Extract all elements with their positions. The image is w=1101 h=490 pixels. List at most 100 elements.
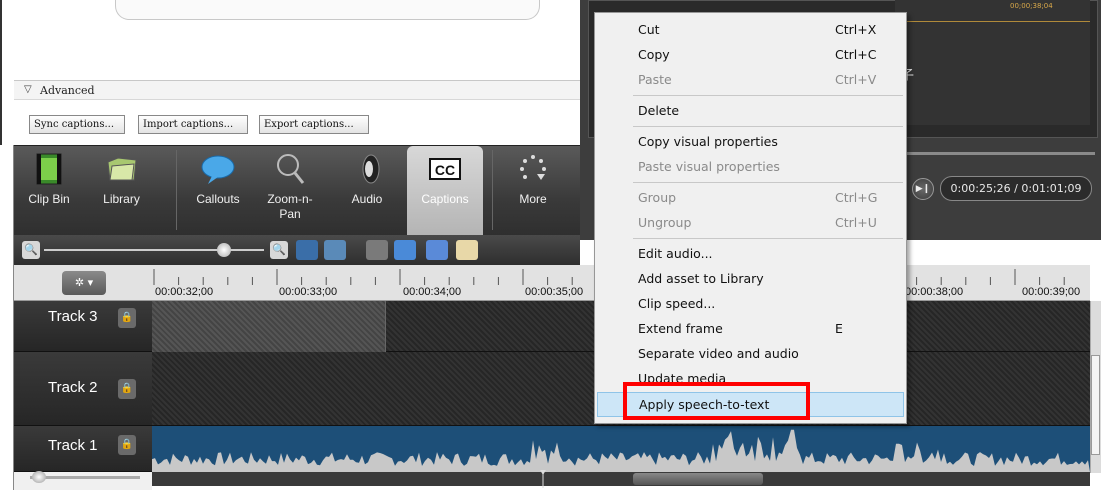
menu-item-delete[interactable]: Delete xyxy=(595,99,906,124)
menu-item-shortcut: Ctrl+V xyxy=(835,72,877,87)
menu-item-ungroup[interactable]: Ungroup Ctrl+U xyxy=(595,211,906,236)
audio-waveform-clip[interactable] xyxy=(152,426,1090,472)
preview-ruler xyxy=(900,14,1090,22)
menu-item-paste-visual-properties[interactable]: Paste visual properties xyxy=(595,155,906,180)
playhead-marker[interactable] xyxy=(540,470,546,488)
svg-text:CC: CC xyxy=(435,162,455,178)
menu-item-shortcut: Ctrl+G xyxy=(835,190,878,205)
vertical-scroll-thumb[interactable] xyxy=(1091,355,1100,455)
track-header-3[interactable]: Track 3 🔒 xyxy=(14,301,152,352)
tool-captions[interactable]: CC Captions xyxy=(407,146,483,236)
zoom-in-icon[interactable]: 🔍 xyxy=(270,241,288,259)
menu-item-label: Cut xyxy=(638,22,660,37)
tools-toolbar: Clip Bin Library Callouts Zoom-n- Pan Au… xyxy=(14,145,580,236)
timeline-toolbar: 🔍 🔍 xyxy=(14,235,580,265)
track-header-1[interactable]: Track 1 🔒 xyxy=(14,426,152,472)
menu-item-label: Clip speed... xyxy=(638,296,716,311)
menu-item-label: Delete xyxy=(638,103,680,118)
menu-separator xyxy=(633,238,903,239)
tool-more[interactable]: More xyxy=(498,146,568,236)
zoom-slider[interactable] xyxy=(44,249,264,251)
lock-icon[interactable]: 🔒 xyxy=(118,308,136,328)
annotation-highlight-box xyxy=(623,382,810,420)
menu-item-paste[interactable]: Paste Ctrl+V xyxy=(595,68,906,93)
menu-item-group[interactable]: Group Ctrl+G xyxy=(595,186,906,211)
track-name: Track 2 xyxy=(48,379,98,396)
tool-label: Audio xyxy=(351,192,383,206)
tool-label: Clip Bin xyxy=(28,192,70,206)
tool-library[interactable]: Library xyxy=(84,146,159,236)
menu-item-extend-frame[interactable]: Extend frame E xyxy=(595,317,906,342)
horizontal-scrollbar[interactable] xyxy=(152,472,1090,486)
tool-clip-bin[interactable]: Clip Bin xyxy=(14,146,84,236)
menu-item-label: Separate video and audio xyxy=(638,346,799,361)
zoom-slider-thumb[interactable] xyxy=(217,243,231,257)
track3-clip[interactable] xyxy=(152,301,386,352)
play-next-icon[interactable]: ▶❙ xyxy=(912,178,934,200)
zoom-out-icon[interactable]: 🔍 xyxy=(22,241,40,259)
ruler-tick-label: 00:00:32;00 xyxy=(155,286,214,298)
track-height-slider-thumb[interactable] xyxy=(32,471,46,483)
lock-icon[interactable]: 🔒 xyxy=(118,379,136,399)
tool-callouts[interactable]: Callouts xyxy=(182,146,254,236)
menu-item-label: Paste visual properties xyxy=(638,159,780,174)
menu-separator xyxy=(633,126,903,127)
menu-item-shortcut: Ctrl+U xyxy=(835,215,877,230)
import-captions-button[interactable]: Import captions... xyxy=(138,115,248,134)
film-strip-icon xyxy=(36,153,62,185)
tool-label: Zoom-n- Pan xyxy=(267,192,313,221)
speaker-icon xyxy=(362,154,380,184)
collapse-triangle-icon[interactable]: ▽ xyxy=(24,84,32,95)
ruler-tick-label: 00:00:35;00 xyxy=(525,286,584,298)
track-header-2[interactable]: Track 2 🔒 xyxy=(14,352,152,426)
tool-label: More xyxy=(519,192,547,206)
left-edge xyxy=(0,145,14,490)
redo-icon[interactable] xyxy=(324,240,346,260)
menu-item-label: Copy visual properties xyxy=(638,134,778,149)
menu-item-label: Extend frame xyxy=(638,321,723,336)
caption-text-box[interactable] xyxy=(115,0,540,20)
copy-icon[interactable] xyxy=(426,240,448,260)
tool-zoom-n-pan[interactable]: Zoom-n- Pan xyxy=(254,146,326,236)
context-menu: Cut Ctrl+X Copy Ctrl+C Paste Ctrl+V Dele… xyxy=(594,12,907,424)
track-name: Track 1 xyxy=(48,437,98,454)
sync-captions-button[interactable]: Sync captions... xyxy=(29,115,125,134)
menu-item-cut[interactable]: Cut Ctrl+X xyxy=(595,18,906,43)
ruler-tick-label: 00:00:33;00 xyxy=(279,286,338,298)
lock-icon[interactable]: 🔒 xyxy=(118,435,136,455)
menu-separator xyxy=(633,182,903,183)
tool-audio[interactable]: Audio xyxy=(332,146,402,236)
folder-icon xyxy=(106,157,137,181)
menu-item-edit-audio[interactable]: Edit audio... xyxy=(595,242,906,267)
export-captions-button[interactable]: Export captions... xyxy=(259,115,369,134)
menu-item-clip-speed[interactable]: Clip speed... xyxy=(595,292,906,317)
paste-icon[interactable] xyxy=(456,240,478,260)
menu-item-separate-video-audio[interactable]: Separate video and audio xyxy=(595,342,906,367)
ruler-tick-label: 00:00:34;00 xyxy=(403,286,462,298)
toolbar-separator xyxy=(492,150,493,230)
magnifier-icon xyxy=(277,154,305,184)
gear-icon[interactable]: ✲ ▾ xyxy=(62,271,106,295)
menu-item-copy-visual-properties[interactable]: Copy visual properties xyxy=(595,130,906,155)
track-name: Track 3 xyxy=(48,308,98,325)
menu-item-copy[interactable]: Copy Ctrl+C xyxy=(595,43,906,68)
cc-icon: CC xyxy=(429,158,461,180)
undo-icon[interactable] xyxy=(296,240,318,260)
menu-item-label: Ungroup xyxy=(638,215,692,230)
advanced-section-header[interactable]: ▽ Advanced xyxy=(14,80,580,100)
time-display: 0:00:25;26 / 0:01:01;09 xyxy=(940,176,1092,201)
split-icon[interactable] xyxy=(394,240,416,260)
cut-icon[interactable] xyxy=(366,240,388,260)
tool-label: Captions xyxy=(421,192,469,206)
menu-item-shortcut: Ctrl+X xyxy=(835,22,877,37)
track-height-slider[interactable] xyxy=(30,476,140,479)
horizontal-scroll-thumb[interactable] xyxy=(633,473,763,485)
preview-divider[interactable] xyxy=(895,152,1095,155)
speech-bubble-icon xyxy=(201,155,235,184)
menu-item-label: Add asset to Library xyxy=(638,271,764,286)
ruler-tick-label: 00:00:38;00 xyxy=(905,286,964,298)
ruler-tick-label: 00:00:39;00 xyxy=(1022,286,1081,298)
menu-item-add-asset-to-library[interactable]: Add asset to Library xyxy=(595,267,906,292)
menu-item-shortcut: E xyxy=(835,321,843,336)
more-dots-icon xyxy=(520,155,546,180)
